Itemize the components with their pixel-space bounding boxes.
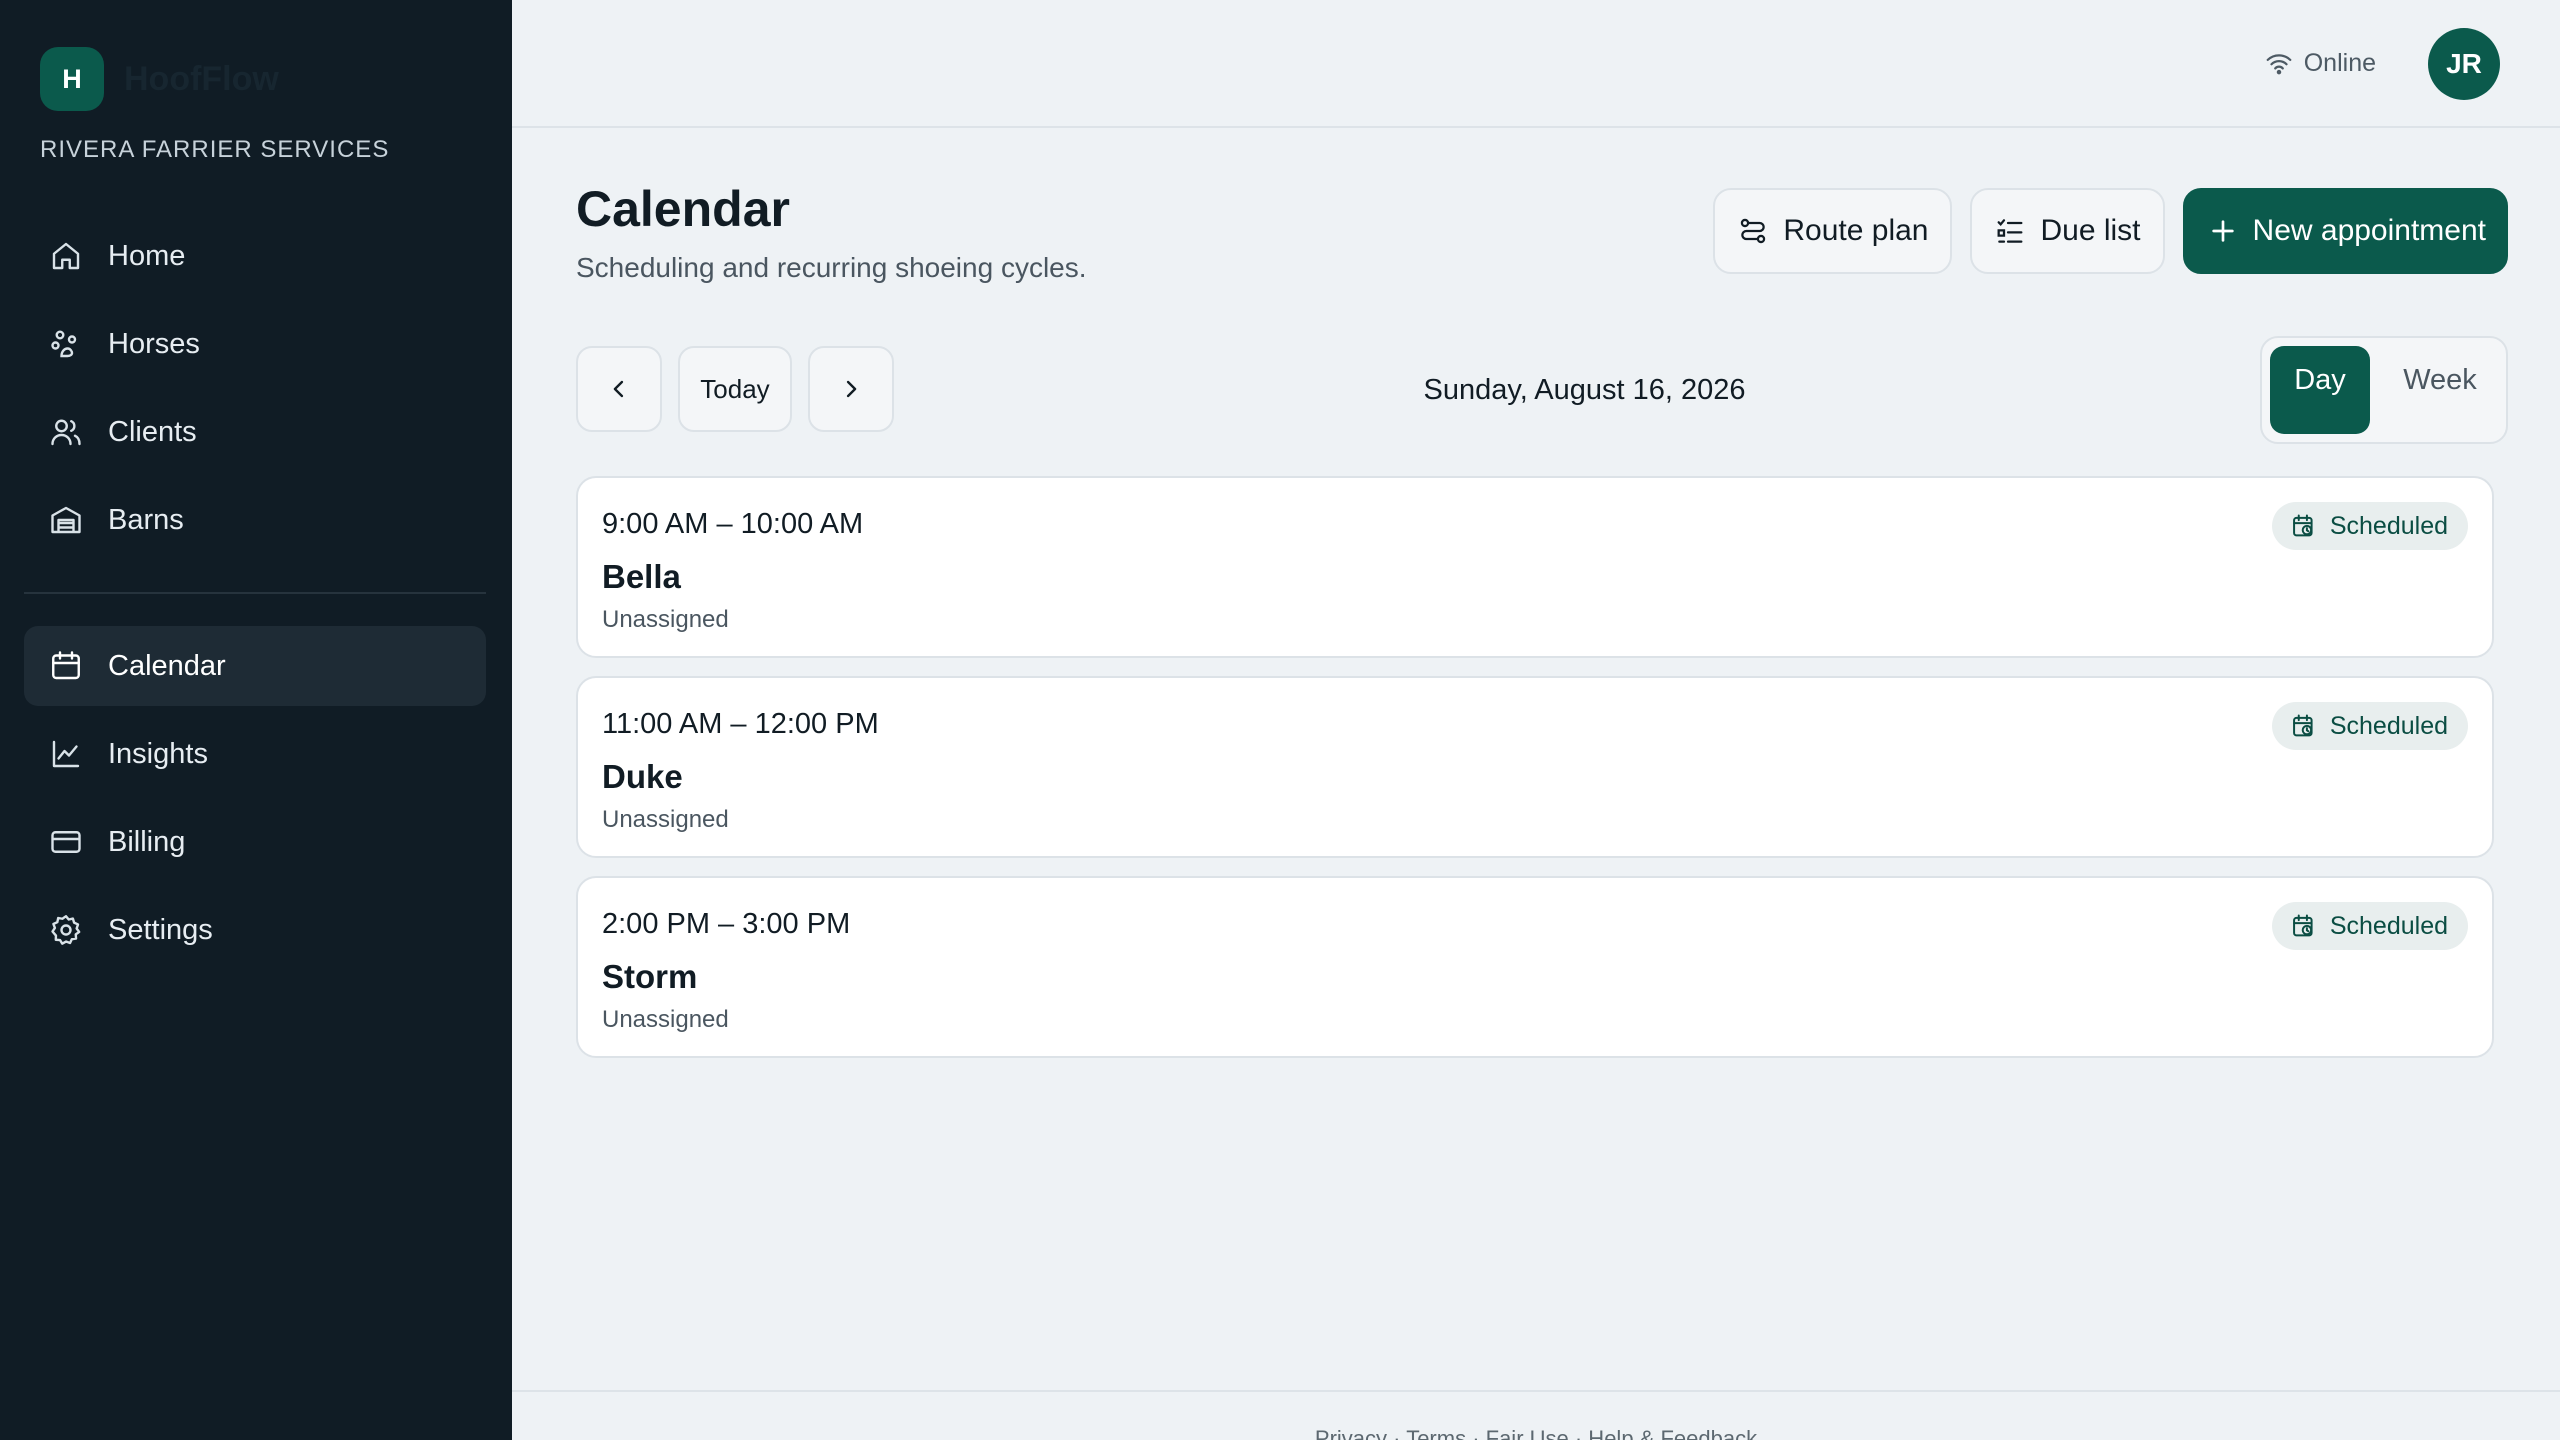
sidebar-item-billing[interactable]: Billing xyxy=(24,802,486,882)
gear-icon xyxy=(51,915,81,945)
appointment-card[interactable]: 11:00 AM – 12:00 PM Duke Unassigned Sche… xyxy=(576,676,2494,858)
appointment-time: 9:00 AM – 10:00 AM xyxy=(602,508,864,540)
sidebar-item-label: Calendar xyxy=(108,649,226,682)
status-badge: Scheduled xyxy=(2271,702,2468,750)
checklist-icon xyxy=(1998,219,2023,243)
appointment-assignee: Unassigned xyxy=(602,1006,729,1033)
barn-icon xyxy=(51,506,81,534)
status-badge: Scheduled xyxy=(2271,502,2468,550)
sidebar-item-label: Home xyxy=(108,239,186,272)
credit-card-icon xyxy=(51,831,81,853)
sidebar-item-insights[interactable]: Insights xyxy=(24,714,486,794)
sidebar-item-calendar[interactable]: Calendar xyxy=(24,626,486,706)
new-appointment-label: New appointment xyxy=(2252,214,2486,247)
sidebar-item-label: Insights xyxy=(108,737,208,770)
sidebar-item-clients[interactable]: Clients xyxy=(24,392,486,472)
appointment-horse: Duke xyxy=(602,758,683,795)
primary-nav: Home Horses Clients Barns xyxy=(24,216,486,560)
page-subtitle: Scheduling and recurring shoeing cycles. xyxy=(576,252,1087,283)
sidebar-item-label: Barns xyxy=(108,503,184,536)
appointment-assignee: Unassigned xyxy=(602,806,729,833)
next-day-button[interactable] xyxy=(808,346,894,432)
appointment-time: 2:00 PM – 3:00 PM xyxy=(602,908,851,940)
wifi-icon xyxy=(2266,54,2292,75)
route-plan-button[interactable]: Route plan xyxy=(1713,188,1953,274)
view-week-button[interactable]: Week xyxy=(2390,346,2490,434)
footer: Privacy · Terms · Fair Use · Help & Feed… xyxy=(512,1390,2560,1440)
sidebar-item-label: Billing xyxy=(108,825,186,858)
appointment-horse: Storm xyxy=(602,958,698,995)
status-label: Online xyxy=(2303,48,2376,77)
organization-name: RIVERA FARRIER SERVICES xyxy=(40,136,390,163)
appointment-horse: Bella xyxy=(602,558,681,595)
chevron-right-icon xyxy=(846,380,857,398)
main-content: Calendar Scheduling and recurring shoein… xyxy=(512,128,2560,1390)
sidebar-divider xyxy=(24,592,486,594)
page-actions: Route plan Due list New appointment xyxy=(1713,188,2508,274)
sidebar-item-label: Horses xyxy=(108,327,200,360)
clients-icon xyxy=(51,419,81,446)
brand-name: HoofFlow xyxy=(124,59,279,98)
user-avatar[interactable]: JR xyxy=(2428,28,2500,100)
footer-links[interactable]: Privacy · Terms · Fair Use · Help & Feed… xyxy=(512,1426,2560,1440)
plus-icon xyxy=(2211,220,2234,242)
chevron-left-icon xyxy=(613,380,624,398)
status-badge: Scheduled xyxy=(2271,902,2468,950)
view-toggle: Day Week xyxy=(2260,336,2508,444)
calendar-icon xyxy=(52,651,80,680)
status-label: Scheduled xyxy=(2329,511,2448,540)
view-day-button[interactable]: Day xyxy=(2270,346,2370,434)
chart-icon xyxy=(52,740,80,768)
brand[interactable]: H HoofFlow xyxy=(40,47,279,111)
appointment-card[interactable]: 9:00 AM – 10:00 AM Bella Unassigned Sche… xyxy=(576,476,2494,658)
due-list-button[interactable]: Due list xyxy=(1970,188,2165,274)
status-label: Scheduled xyxy=(2329,711,2448,740)
calendar-clock-icon xyxy=(2292,914,2313,937)
sidebar-item-barns[interactable]: Barns xyxy=(24,480,486,560)
appointment-assignee: Unassigned xyxy=(602,606,729,633)
home-icon xyxy=(52,242,80,270)
calendar-clock-icon xyxy=(2292,514,2313,537)
page-title: Calendar xyxy=(576,181,790,237)
sidebar-item-horses[interactable]: Horses xyxy=(24,304,486,384)
top-bar: Online JR xyxy=(512,0,2560,128)
sidebar-item-label: Clients xyxy=(108,415,197,448)
sidebar-item-home[interactable]: Home xyxy=(24,216,486,296)
new-appointment-button[interactable]: New appointment xyxy=(2182,188,2508,274)
date-navigation: Today xyxy=(576,346,894,432)
connection-status: Online xyxy=(2264,48,2376,78)
appointment-list: 9:00 AM – 10:00 AM Bella Unassigned Sche… xyxy=(576,476,2494,1076)
calendar-clock-icon xyxy=(2292,714,2313,737)
status-label: Scheduled xyxy=(2329,911,2448,940)
brand-logo: H xyxy=(40,47,104,111)
route-icon xyxy=(1741,218,1766,244)
sidebar-item-label: Settings xyxy=(108,913,213,946)
horse-icon xyxy=(51,330,77,358)
due-list-label: Due list xyxy=(2040,214,2141,247)
current-date: Sunday, August 16, 2026 xyxy=(1423,374,1746,406)
appointment-card[interactable]: 2:00 PM – 3:00 PM Storm Unassigned Sched… xyxy=(576,876,2494,1058)
appointment-time: 11:00 AM – 12:00 PM xyxy=(602,708,879,740)
secondary-nav: Calendar Insights Billing Settings xyxy=(24,626,486,970)
route-plan-label: Route plan xyxy=(1783,214,1929,247)
sidebar-item-settings[interactable]: Settings xyxy=(24,890,486,970)
previous-day-button[interactable] xyxy=(576,346,662,432)
today-button[interactable]: Today xyxy=(678,346,792,432)
sidebar: H HoofFlow RIVERA FARRIER SERVICES Home … xyxy=(0,0,512,1440)
